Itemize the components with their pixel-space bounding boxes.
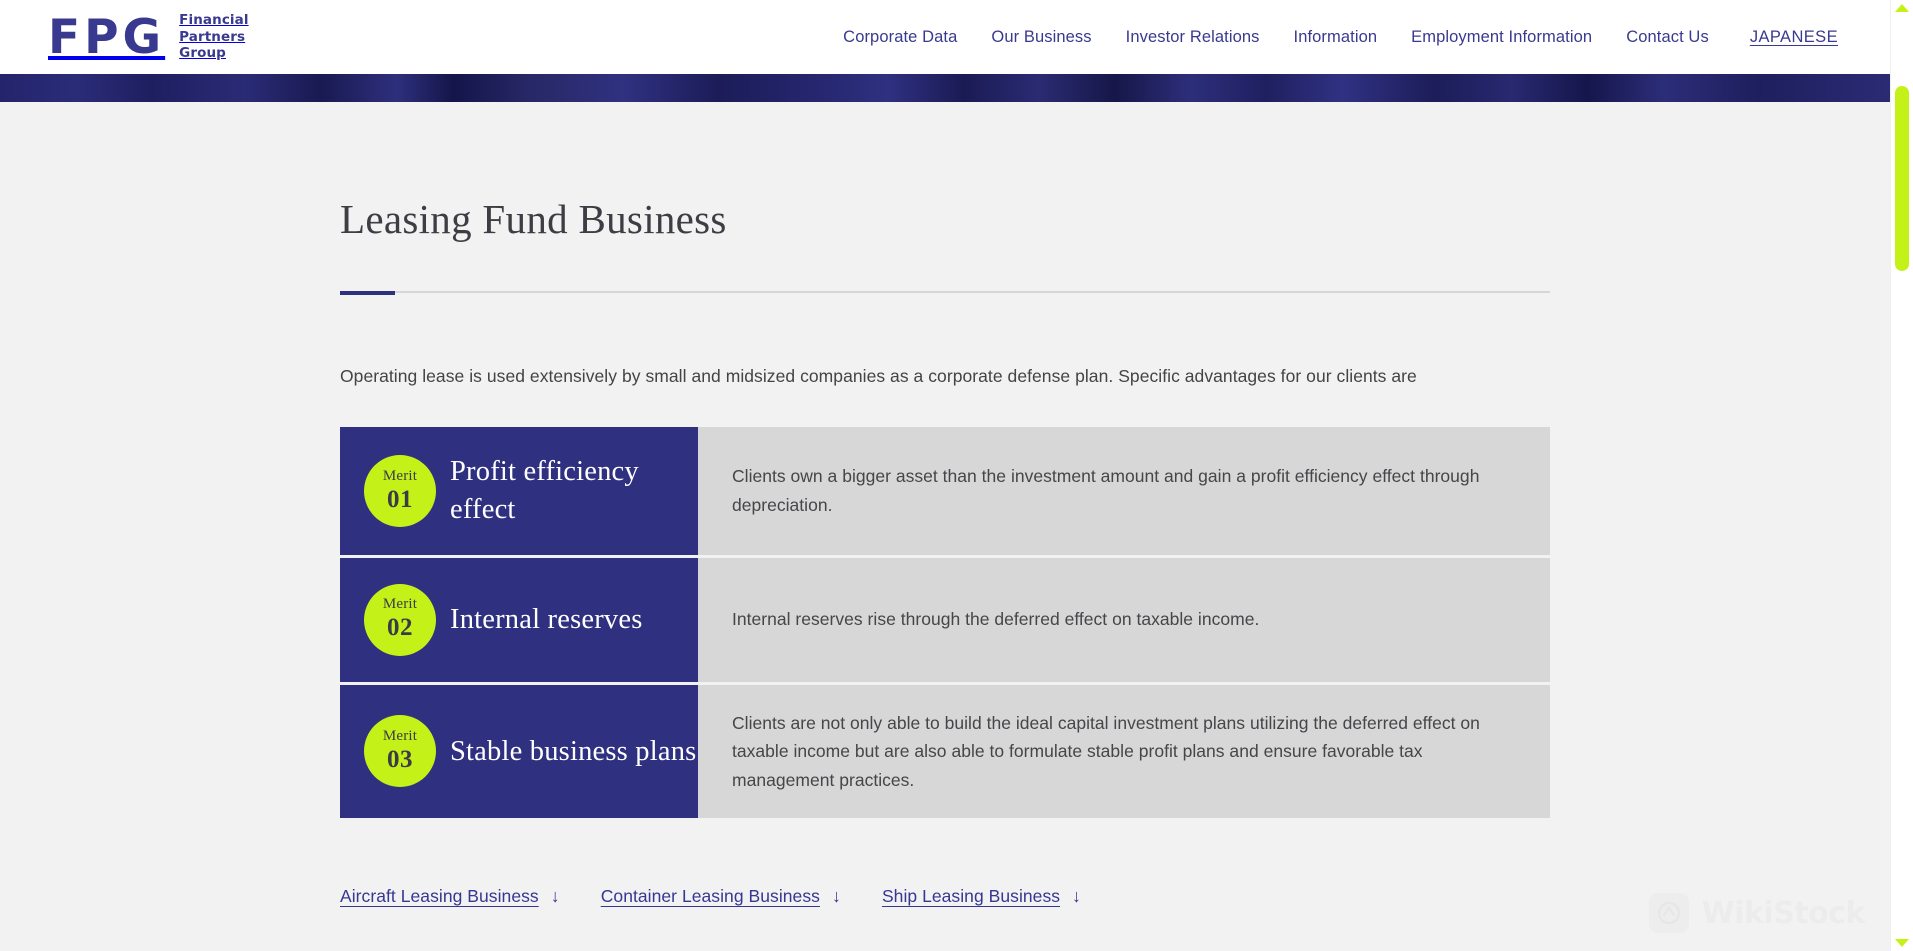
nav-item-investor-relations[interactable]: Investor Relations [1109, 22, 1277, 53]
link-label: Ship Leasing Business [881, 886, 1061, 907]
merit-row: Merit 02 Internal reserves Internal rese… [340, 557, 1550, 682]
page-title: Leasing Fund Business [340, 196, 727, 242]
site-header: FPG Financial Partners Group Corporate D… [0, 0, 1890, 74]
scrollbar-thumb[interactable] [1895, 86, 1909, 271]
merit-badge-word: Merit [382, 596, 418, 613]
nav-item-our-business[interactable]: Our Business [974, 22, 1108, 53]
scroll-up-arrow-icon[interactable] [1895, 4, 1909, 12]
link-container-leasing-business[interactable]: Container Leasing Business ↓ [601, 886, 841, 907]
merit-header-03: Merit 03 Stable business plans [340, 684, 698, 819]
merit-badge-03: Merit 03 [364, 715, 436, 788]
site-logo[interactable]: FPG Financial Partners Group [48, 12, 249, 61]
merit-badge-number: 01 [387, 485, 413, 513]
page-root: FPG Financial Partners Group Corporate D… [0, 0, 1913, 951]
link-label: Container Leasing Business [600, 886, 820, 907]
merit-description-01: Clients own a bigger asset than the inve… [732, 466, 1480, 515]
merit-badge-number: 03 [387, 746, 413, 774]
nav-item-employment-information[interactable]: Employment Information [1394, 22, 1609, 53]
nav-item-information[interactable]: Information [1277, 22, 1395, 53]
logo-mark: FPG [48, 9, 166, 65]
logo-subtitle-line-1: Financial [179, 12, 249, 29]
merit-row: Merit 01 Profit efficiency effect Client… [340, 427, 1550, 555]
link-aircraft-leasing-business[interactable]: Aircraft Leasing Business ↓ [340, 886, 560, 907]
logo-subtitle-line-3: Group [179, 45, 226, 62]
merit-badge-02: Merit 02 [364, 583, 436, 656]
merit-header-02: Merit 02 Internal reserves [340, 557, 698, 682]
wikistock-logo-icon [1648, 893, 1689, 933]
merit-badge-number: 02 [387, 614, 413, 642]
merit-description-panel-02: Internal reserves rise through the defer… [698, 557, 1550, 682]
merit-title-02: Internal reserves [450, 603, 643, 635]
merit-description-02: Internal reserves rise through the defer… [732, 609, 1260, 630]
merit-title-03: Stable business plans [450, 735, 697, 767]
main-navigation: Corporate Data Our Business Investor Rel… [826, 22, 1844, 53]
merit-row: Merit 03 Stable business plans Clients a… [340, 684, 1550, 819]
merit-description-panel-03: Clients are not only able to build the i… [698, 684, 1550, 819]
vertical-scrollbar[interactable] [1890, 0, 1913, 951]
wikistock-watermark-text: WikiStock [1701, 895, 1866, 931]
merit-description-03: Clients are not only able to build the i… [732, 712, 1480, 790]
merit-badge-word: Merit [382, 728, 418, 745]
arrow-down-icon: ↓ [831, 886, 841, 907]
title-underline-rule [340, 291, 1550, 296]
related-business-links: Aircraft Leasing Business ↓ Container Le… [340, 886, 1550, 907]
intro-paragraph: Operating lease is used extensively by s… [340, 366, 1417, 387]
merit-list: Merit 01 Profit efficiency effect Client… [340, 427, 1550, 819]
arrow-down-icon: ↓ [550, 886, 560, 907]
link-ship-leasing-business[interactable]: Ship Leasing Business ↓ [882, 886, 1081, 907]
language-switch-japanese[interactable]: JAPANESE [1726, 22, 1844, 53]
merit-badge-01: Merit 01 [364, 454, 436, 527]
hero-banner-strip [0, 74, 1890, 102]
scroll-down-arrow-icon[interactable] [1895, 939, 1909, 947]
wikistock-watermark: WikiStock [1648, 893, 1866, 933]
link-label: Aircraft Leasing Business [340, 886, 539, 907]
logo-subtitle: Financial Partners Group [179, 12, 248, 61]
merit-badge-word: Merit [382, 467, 418, 484]
arrow-down-icon: ↓ [1072, 886, 1082, 907]
nav-item-contact-us[interactable]: Contact Us [1609, 22, 1726, 53]
logo-subtitle-line-2: Partners [179, 28, 246, 45]
merit-description-panel-01: Clients own a bigger asset than the inve… [698, 427, 1550, 555]
content-container: Leasing Fund Business Operating lease is… [340, 102, 1550, 907]
nav-item-corporate-data[interactable]: Corporate Data [826, 22, 974, 53]
merit-header-01: Merit 01 Profit efficiency effect [340, 427, 698, 555]
merit-title-01: Profit efficiency effect [450, 456, 639, 525]
main-content: Leasing Fund Business Operating lease is… [0, 102, 1890, 951]
